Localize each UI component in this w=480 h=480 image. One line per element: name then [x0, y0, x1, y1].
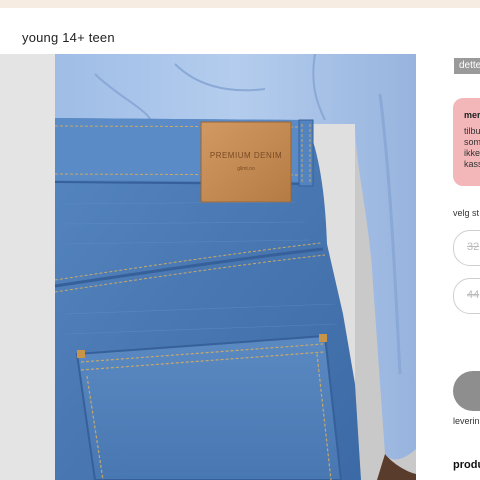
add-to-cart-button[interactable] — [453, 371, 480, 411]
leather-label-text: PREMIUM DENIM — [210, 151, 282, 160]
size-option-label: 32 — [467, 241, 480, 253]
notice-line: kass — [464, 159, 480, 169]
notice-line: tilbu — [464, 126, 480, 136]
size-selector-label: velg st — [453, 208, 480, 218]
notice-title: mer — [464, 110, 480, 120]
product-info-panel: dette mer tilbu som ikke kass velg st 32… — [440, 54, 480, 480]
info-notice: mer tilbu som ikke kass — [453, 98, 480, 186]
product-badge: dette — [454, 58, 480, 74]
product-gallery[interactable]: PREMIUM DENIM glimt.no — [0, 54, 440, 480]
notice-line: ikke — [464, 148, 480, 158]
size-option-32[interactable]: 32 — [453, 230, 480, 266]
page-header: young 14+ teen — [0, 8, 480, 54]
size-option-44[interactable]: 44 — [453, 278, 480, 314]
gallery-background — [0, 54, 55, 480]
gallery-gap — [416, 54, 440, 480]
top-announcement-strip — [0, 0, 480, 8]
size-option-label: 44 — [467, 289, 480, 301]
product-image[interactable]: PREMIUM DENIM glimt.no — [55, 54, 416, 480]
notice-line: som — [464, 137, 480, 147]
delivery-info: leverin — [453, 416, 480, 426]
product-info-heading[interactable]: produ — [453, 459, 480, 471]
breadcrumb[interactable]: young 14+ teen — [22, 30, 115, 45]
leather-label-subtext: glimt.no — [237, 166, 255, 172]
